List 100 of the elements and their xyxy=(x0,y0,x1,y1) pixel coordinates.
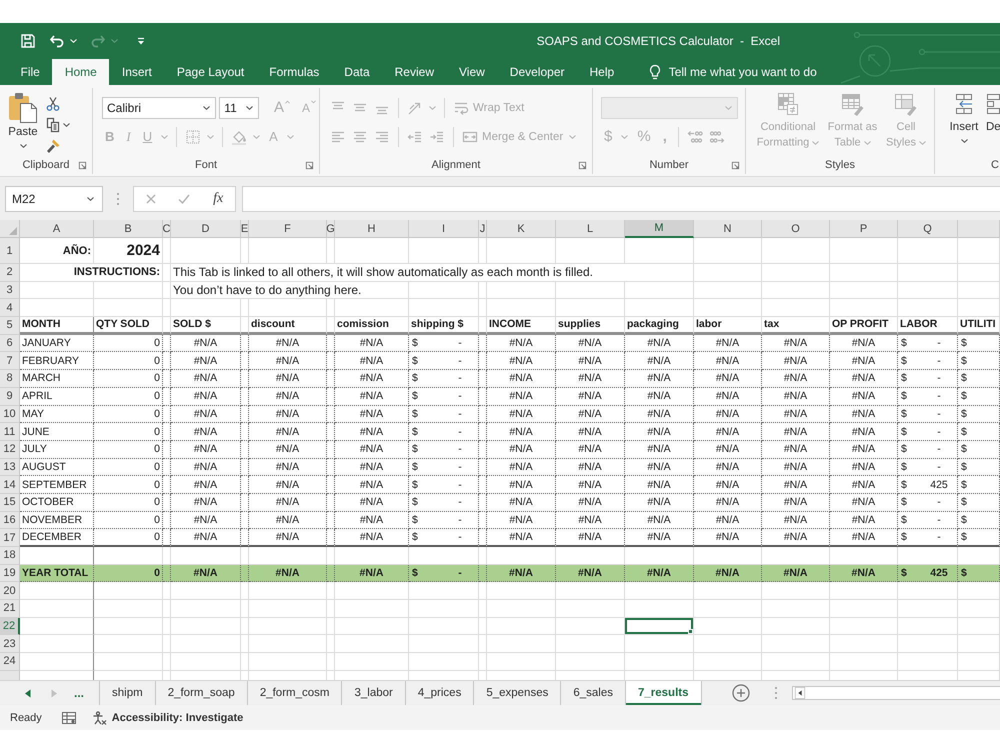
ribbon-tab[interactable]: Data xyxy=(332,59,382,85)
column-header[interactable]: M xyxy=(625,220,694,238)
vertical-dots-icon[interactable] xyxy=(774,686,778,700)
row-header[interactable]: 11 xyxy=(0,423,20,441)
active-cell[interactable] xyxy=(625,618,694,636)
more-sheets-button[interactable]: ... xyxy=(74,686,84,700)
row-header[interactable]: 10 xyxy=(0,406,20,424)
column-header[interactable] xyxy=(958,220,1000,238)
dialog-launcher-icon[interactable] xyxy=(731,160,740,170)
row-header[interactable]: 13 xyxy=(0,458,20,476)
dialog-launcher-icon[interactable] xyxy=(578,160,587,170)
row-header[interactable]: 17 xyxy=(0,529,20,547)
table-icon[interactable] xyxy=(62,712,76,724)
horizontal-scrollbar[interactable] xyxy=(792,686,1000,700)
dialog-launcher-icon[interactable] xyxy=(78,160,87,170)
group-label: Styles xyxy=(825,159,855,171)
caret-icon[interactable] xyxy=(203,106,210,110)
fill-handle[interactable] xyxy=(688,629,693,634)
scissors-icon[interactable] xyxy=(45,96,61,112)
sheet-tab[interactable]: 7_results xyxy=(626,681,702,705)
column-header[interactable]: E xyxy=(241,220,249,238)
column-header[interactable]: D xyxy=(171,220,241,238)
font-name-field[interactable]: Calibri xyxy=(102,97,216,119)
row-header[interactable]: 20 xyxy=(0,582,20,600)
row-header[interactable]: 1 xyxy=(0,238,20,264)
ribbon-tab[interactable]: File xyxy=(8,59,52,85)
row-header[interactable]: 12 xyxy=(0,440,20,459)
row-header[interactable]: 4 xyxy=(0,299,20,318)
column-header[interactable]: H xyxy=(335,220,409,238)
column-header[interactable]: K xyxy=(487,220,556,238)
caret-icon[interactable] xyxy=(960,139,968,143)
row-header[interactable]: 3 xyxy=(0,282,20,300)
column-header[interactable]: O xyxy=(762,220,830,238)
plus-circle-icon[interactable] xyxy=(732,684,750,702)
table-cell: #N/A xyxy=(487,458,556,476)
ribbon-tab[interactable]: View xyxy=(446,59,498,85)
undo-icon[interactable] xyxy=(49,32,65,48)
row-header[interactable]: 22 xyxy=(0,618,20,636)
ribbon-tab[interactable]: Help xyxy=(577,59,627,85)
column-header[interactable]: G xyxy=(327,220,335,238)
vertical-dots-icon[interactable] xyxy=(116,192,120,206)
row-header[interactable]: 6 xyxy=(0,334,20,352)
caret-icon[interactable] xyxy=(20,144,26,148)
column-header[interactable]: F xyxy=(249,220,327,238)
table-cell: #N/A xyxy=(171,334,241,352)
left-triangle-icon[interactable] xyxy=(24,688,31,698)
column-header[interactable]: C xyxy=(163,220,171,238)
currency-symbol: $ xyxy=(960,337,967,350)
accessibility-status-button[interactable]: Accessibility: Investigate xyxy=(112,712,244,724)
paste-button[interactable]: Paste xyxy=(7,91,39,156)
table-cell: #N/A xyxy=(694,406,762,424)
row-header[interactable]: 2 xyxy=(0,264,20,282)
column-header[interactable]: N xyxy=(694,220,762,238)
table-cell: #N/A xyxy=(762,494,830,512)
empty-cell xyxy=(762,282,830,300)
row-header[interactable]: 7 xyxy=(0,352,20,370)
column-header[interactable]: P xyxy=(830,220,898,238)
save-icon[interactable] xyxy=(20,32,36,48)
row-header[interactable]: 14 xyxy=(0,476,20,494)
row-header[interactable]: 19 xyxy=(0,564,20,582)
row-header[interactable]: 9 xyxy=(0,388,20,406)
insert-button[interactable]: Insert xyxy=(945,92,983,156)
font-size-field[interactable]: 11 xyxy=(219,97,259,119)
formula-bar-field[interactable] xyxy=(242,186,1000,212)
name-box[interactable]: M22 xyxy=(5,186,103,212)
row-header[interactable]: 5 xyxy=(0,317,20,335)
select-all-button[interactable] xyxy=(0,220,20,238)
ribbon-tab[interactable]: Page Layout xyxy=(164,59,257,85)
column-header[interactable]: Q xyxy=(898,220,958,238)
empty-cell xyxy=(694,653,762,671)
delete-button[interactable]: De xyxy=(986,92,1000,156)
column-header[interactable]: L xyxy=(556,220,625,238)
customize-icon[interactable] xyxy=(137,36,145,44)
caret-icon[interactable] xyxy=(87,197,94,201)
column-header[interactable]: B xyxy=(94,220,163,238)
tell-me-search-field[interactable]: Tell me what you want to do xyxy=(668,65,839,79)
column-header[interactable]: I xyxy=(409,220,479,238)
caret-icon[interactable] xyxy=(63,123,70,127)
copy-icon[interactable] xyxy=(45,117,61,133)
row-header[interactable]: 21 xyxy=(0,600,20,618)
row-header[interactable]: 16 xyxy=(0,512,20,530)
ribbon-tab[interactable]: Review xyxy=(382,59,446,85)
function-button[interactable]: fx xyxy=(210,191,226,207)
column-header[interactable]: A xyxy=(20,220,94,238)
column-header[interactable]: J xyxy=(479,220,487,238)
ribbon-tab[interactable]: Home xyxy=(52,59,110,85)
caret-icon[interactable] xyxy=(246,106,253,110)
accessibility-icon[interactable] xyxy=(92,710,108,724)
dialog-launcher-icon[interactable] xyxy=(305,160,314,170)
table-cell: #N/A xyxy=(830,370,898,388)
ribbon-tab[interactable]: Developer xyxy=(497,59,577,85)
row-header[interactable]: 15 xyxy=(0,494,20,512)
ribbon-tab[interactable]: Formulas xyxy=(256,59,332,85)
paintbrush-icon[interactable] xyxy=(45,138,61,154)
row-header[interactable]: 23 xyxy=(0,635,20,654)
row-header[interactable]: 8 xyxy=(0,370,20,388)
row-header[interactable]: 18 xyxy=(0,547,20,565)
group-label: Number xyxy=(649,159,689,171)
row-header[interactable]: 24 xyxy=(0,653,20,671)
ribbon-tab[interactable]: Insert xyxy=(109,59,164,85)
